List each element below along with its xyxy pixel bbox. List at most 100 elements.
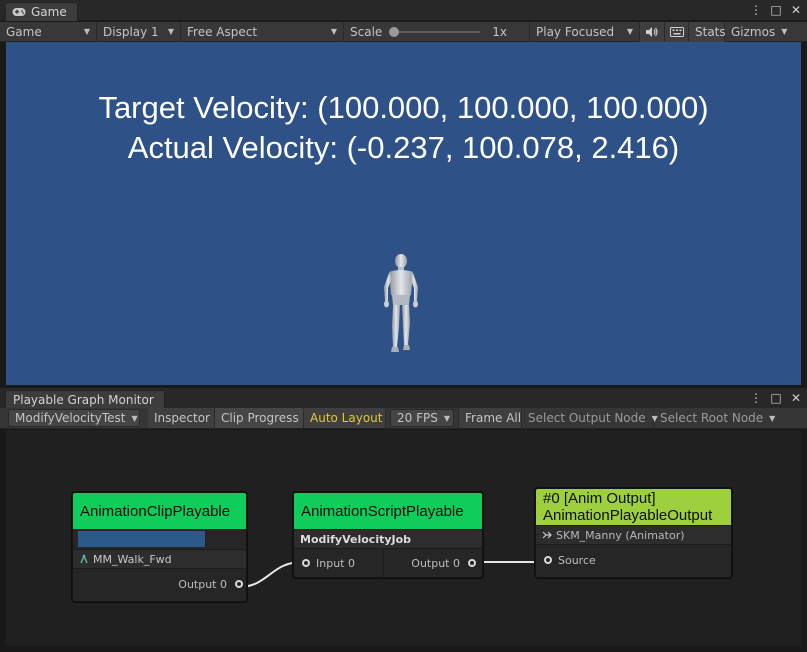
output-port-label: Output 0 (178, 577, 227, 591)
select-output-node-dropdown[interactable]: Select Output Node ▼ (522, 408, 658, 428)
maximize-icon[interactable]: □ (769, 3, 783, 17)
more-options-icon[interactable]: ⋮ (749, 391, 763, 405)
auto-layout-toggle[interactable]: Auto Layout (304, 408, 386, 428)
more-options-icon[interactable]: ⋮ (749, 3, 763, 17)
input-port-label: Input 0 (316, 556, 355, 570)
game-mode-dropdown[interactable]: Game ▼ (0, 21, 97, 42)
output-target: SKM_Manny (Animator) (556, 528, 685, 542)
fps-dropdown[interactable]: 20 FPS ▼ (390, 409, 454, 427)
scale-value: 1x (492, 24, 508, 39)
mute-audio-button[interactable] (640, 21, 665, 42)
output-port-dot[interactable] (468, 559, 476, 567)
target-velocity-text: Target Velocity: (100.000, 100.000, 100.… (98, 90, 709, 125)
auto-layout-label: Auto Layout (310, 411, 383, 425)
node-animation-clip-playable[interactable]: AnimationClipPlayable MM_Walk_Fwd Output… (72, 492, 247, 602)
source-port-dot[interactable] (544, 556, 552, 564)
aspect-dropdown[interactable]: Free Aspect ▼ (181, 21, 344, 42)
clip-progress-fill (78, 531, 206, 547)
chevron-down-icon: ▼ (167, 27, 174, 36)
scale-label: Scale (350, 24, 383, 39)
tab-game-label: Game (31, 5, 67, 19)
gamepad-icon (12, 8, 26, 16)
clip-name-row: MM_Walk_Fwd (73, 549, 246, 569)
chevron-down-icon: ▼ (626, 27, 633, 36)
maximize-icon[interactable]: □ (769, 391, 783, 405)
chevron-down-icon: ▼ (83, 27, 90, 36)
select-root-node-label: Select Root Node (660, 411, 764, 425)
frame-all-label: Frame All (465, 411, 522, 425)
node-title-line2: AnimationPlayableOutput (543, 507, 713, 524)
game-tabbar: Game ⋮ □ ✕ (0, 0, 807, 21)
clip-progress-track (78, 531, 241, 547)
frame-all-button[interactable]: Frame All (458, 408, 522, 428)
inspector-label: Inspector (154, 411, 210, 425)
chevron-down-icon: ▼ (443, 413, 450, 423)
output-port: Output 0 (384, 557, 482, 570)
node-title: AnimationScriptPlayable (301, 502, 464, 520)
clip-name: MM_Walk_Fwd (93, 552, 172, 566)
select-output-node-label: Select Output Node (528, 411, 646, 425)
stats-label: Stats (695, 24, 726, 39)
play-mode-dropdown[interactable]: Play Focused ▼ (530, 21, 640, 42)
display-dropdown[interactable]: Display 1 ▼ (97, 21, 181, 42)
graph-toolbar: ModifyVelocityTest ▼ Inspector Clip Prog… (0, 408, 807, 429)
graph-tabbar: Playable Graph Monitor ⋮ □ ✕ (0, 388, 807, 409)
chevron-down-icon: ▼ (769, 413, 776, 423)
source-port-label: Source (558, 553, 596, 567)
close-icon[interactable]: ✕ (789, 3, 803, 17)
game-view[interactable]: Target Velocity: (100.000, 100.000, 100.… (6, 42, 801, 385)
scale-slider-thumb[interactable] (389, 26, 400, 37)
gizmos-label: Gizmos (731, 24, 776, 39)
node-animation-script-playable[interactable]: AnimationScriptPlayable ModifyVelocityJo… (293, 492, 483, 578)
tab-playable-graph-monitor[interactable]: Playable Graph Monitor (5, 390, 165, 409)
animator-icon (542, 531, 552, 539)
clip-progress-bar (73, 529, 246, 549)
chevron-down-icon: ▼ (131, 413, 138, 423)
chevron-down-icon: ▼ (330, 27, 337, 36)
node-header: #0 [Anim Output] AnimationPlayableOutput (536, 489, 731, 525)
speaker-icon (646, 26, 658, 37)
animation-clip-icon (80, 554, 88, 564)
gizmos-dropdown[interactable]: Gizmos ▼ (725, 22, 791, 42)
graph-canvas[interactable]: AnimationClipPlayable MM_Walk_Fwd Output… (6, 430, 801, 646)
node-animation-playable-output[interactable]: #0 [Anim Output] AnimationPlayableOutput… (535, 488, 732, 578)
close-icon[interactable]: ✕ (789, 391, 803, 405)
node-header: AnimationScriptPlayable (294, 493, 482, 529)
scale-slider[interactable] (389, 26, 481, 37)
graph-select-label: ModifyVelocityTest (15, 411, 126, 425)
output-target-row: SKM_Manny (Animator) (536, 525, 731, 545)
clip-progress-toggle[interactable]: Clip Progress (215, 408, 304, 428)
select-root-node-dropdown[interactable]: Select Root Node ▼ (654, 408, 776, 428)
output-port-dot[interactable] (235, 580, 243, 588)
inspector-toggle[interactable]: Inspector (148, 408, 215, 428)
tab-playable-graph-monitor-label: Playable Graph Monitor (13, 393, 154, 407)
display-label: Display 1 (103, 24, 159, 39)
ports-row: Input 0 Output 0 (294, 549, 482, 577)
tab-game[interactable]: Game (5, 2, 78, 21)
node-title-line1: #0 [Anim Output] (543, 490, 656, 507)
window-separator (0, 385, 807, 388)
output-port-row: Output 0 (73, 569, 246, 599)
chevron-down-icon: ▼ (781, 27, 788, 36)
mannequin-character (384, 254, 418, 352)
scale-slider-track (390, 30, 481, 33)
shortcuts-button[interactable] (665, 21, 689, 42)
node-header: AnimationClipPlayable (73, 493, 246, 529)
source-port-row: Source (536, 545, 731, 575)
output-port-label: Output 0 (411, 556, 460, 570)
clip-progress-label: Clip Progress (221, 411, 299, 425)
aspect-label: Free Aspect (187, 24, 258, 39)
job-name: ModifyVelocityJob (300, 532, 412, 546)
node-title: AnimationClipPlayable (80, 502, 231, 520)
graph-select-dropdown[interactable]: ModifyVelocityTest ▼ (8, 409, 140, 427)
play-mode-label: Play Focused (536, 24, 615, 39)
stats-button[interactable]: Stats (689, 21, 726, 42)
input-port: Input 0 (294, 549, 384, 577)
keyboard-icon (669, 26, 684, 37)
actual-velocity-text: Actual Velocity: (-0.237, 100.078, 2.416… (127, 130, 680, 165)
game-mode-label: Game (6, 24, 42, 39)
scale-control: Scale 1x (344, 21, 530, 42)
fps-label: 20 FPS (397, 411, 438, 425)
game-toolbar: Game ▼ Display 1 ▼ Free Aspect ▼ Scale 1… (0, 21, 807, 42)
input-port-dot[interactable] (302, 559, 310, 567)
